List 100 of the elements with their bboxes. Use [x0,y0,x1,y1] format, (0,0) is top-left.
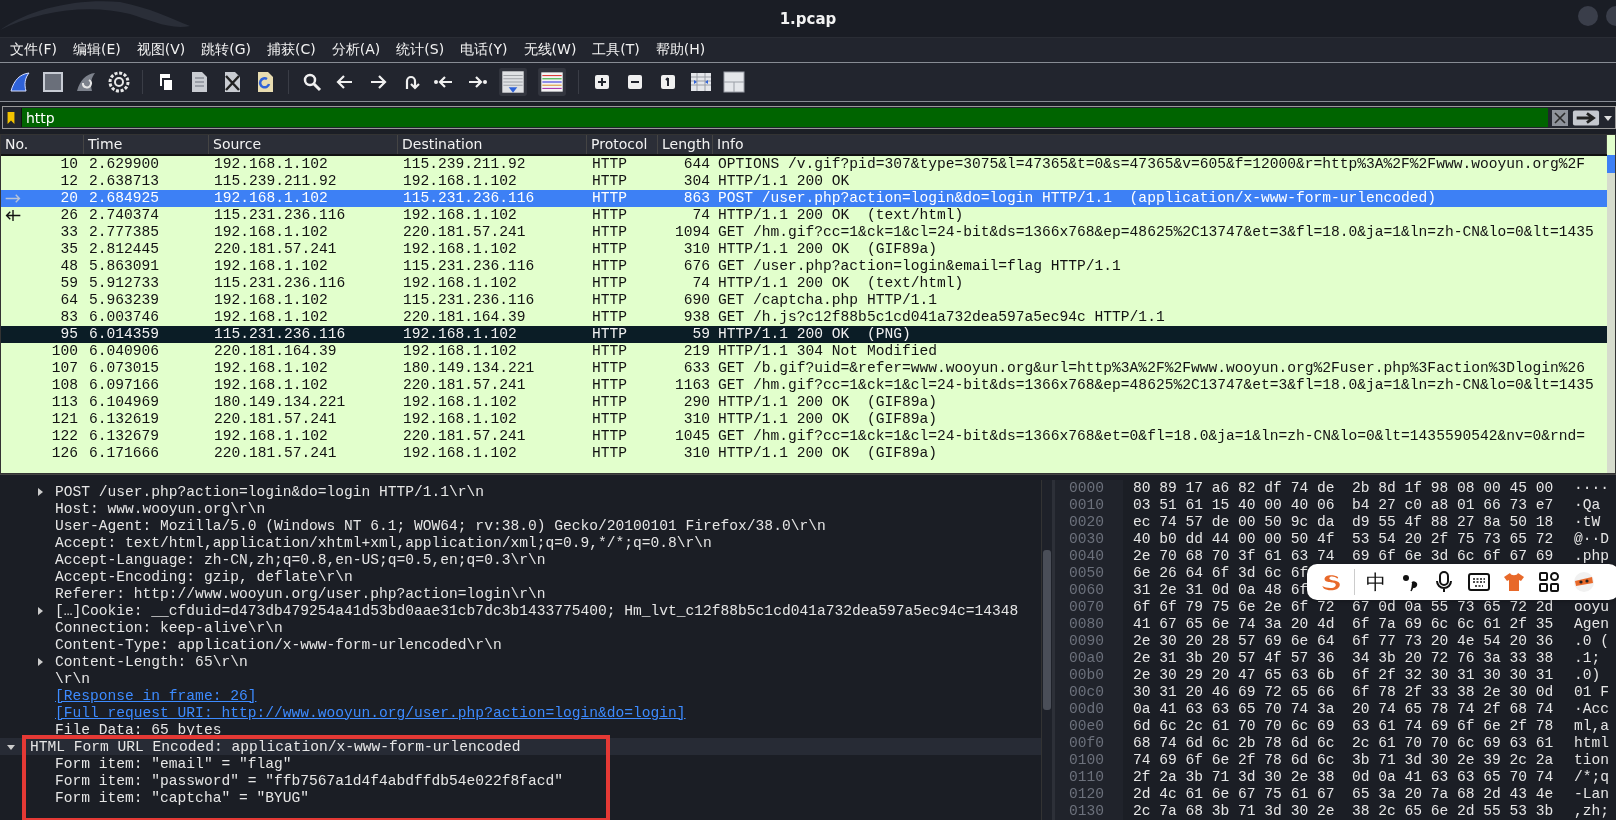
input-mode-toggle[interactable]: 中 [1366,568,1386,596]
column-header[interactable]: Info [713,135,1607,154]
mascot-icon[interactable] [1572,570,1596,594]
table-cell-text: 115.231.236.116 [213,326,347,343]
byte-offset: 0020 [1055,514,1123,531]
ascii-text: ooyu [1574,599,1611,616]
table-cell-text: 192.168.1.102 [213,190,329,207]
packet-number: 26 [60,207,78,224]
table-cell-text: 192.168.1.102 [402,173,518,190]
packet-number: 12 [60,173,78,190]
table-cell-text: 115.231.236.116 [402,258,536,275]
grid-icon[interactable] [1537,570,1561,594]
detail-line: […]Cookie: __cfduid=d473db479254a41d53bd0aae31cb7dc3b1433775400; Hm_lvt_c12f88b5c1cd041a732dea597a5ec94c=14348 [55,602,1019,619]
column-header[interactable]: Length [658,135,713,154]
column-header[interactable]: Source [209,135,398,154]
column-header[interactable]: Destination [398,135,587,154]
ascii-text: /*;q [1574,769,1611,786]
table-cell-text: HTTP [591,156,629,173]
menu-item[interactable]: 无线(W) [517,41,583,59]
table-cell-text: 2.812445 [88,241,161,258]
filter-field[interactable]: http [21,108,1548,127]
shark-fin-icon[interactable] [8,70,32,94]
column-header[interactable]: No. [1,135,84,154]
table-cell-text: 192.168.1.102 [402,207,518,224]
table-cell-text: HTTP/1.1 200 OK (GIF89a) [717,394,938,411]
table-cell-text: 115.239.211.92 [213,173,338,190]
table-cell-text: HTTP [591,411,629,428]
table-cell-text: GET /b.gif?uid=&refer=www.wooyun.org&url=http%3A%2F%2Fwww.wooyun.org%2Fuser.php%3Faction%3Dlogin%26 [717,360,1586,377]
byte-offset: 0010 [1055,497,1123,514]
table-cell-text: HTTP [591,241,629,258]
table-cell-text: 310 [682,411,711,428]
settings-icon[interactable] [107,70,131,94]
restart-icon[interactable] [74,70,98,94]
table-cell-text: HTTP [591,207,629,224]
scrollbar[interactable] [1041,480,1052,820]
menu-item[interactable]: 统计(S) [390,41,451,59]
packet-number: 20 [60,190,78,207]
expander-icon[interactable] [35,486,45,497]
table-cell-text: 220.181.57.241 [213,241,338,258]
link[interactable]: [Full request URI: http://www.wooyun.org/user.php?action=login&do=login] [55,704,686,721]
hex-bytes: 74 69 6f 6e 2f 78 6d 6c 3b 71 3d 30 2e 39 2c 2a [1132,752,1554,769]
ascii-text: ·Qa [1574,497,1602,514]
menu-item[interactable]: 捕获(C) [261,41,322,59]
table-cell-text: 192.168.1.102 [213,309,329,326]
table-cell-text: 220.181.57.241 [402,428,527,445]
pane-layout-icon[interactable] [722,70,746,94]
packet-number: 122 [51,428,78,445]
detail-line: Form item: "email" = "flag" [55,755,292,772]
column-header[interactable]: Time [84,135,209,154]
menu-item[interactable]: 工具(T) [586,41,646,59]
table-cell-text: HTTP [591,309,629,326]
table-cell-text: 192.168.1.102 [402,343,518,360]
byte-offset: 00b0 [1055,667,1123,684]
clear-icon[interactable] [1551,108,1569,127]
packet-row[interactable]: 95 6.014359 115.231.236.116 192.168.1.102 HTTP 59 HTTP/1.1 200 OK (PNG) [1,326,1607,343]
keyboard-icon[interactable] [1467,570,1491,594]
menu-item[interactable]: 跳转(G) [195,41,258,59]
column-header[interactable]: Protocol [587,135,658,154]
table-cell-text: 6.097166 [88,377,161,394]
ascii-text: 01 F [1574,684,1611,701]
table-cell-text: 6.132619 [88,411,161,428]
hex-bytes: 2d 4c 61 6e 67 75 61 67 65 3a 20 7a 68 2d 43 4e [1132,786,1554,803]
resize-columns-icon[interactable] [689,70,713,94]
auto-scroll-icon[interactable] [498,67,528,97]
detail-line: Accept-Encoding: gzip, deflate\r\n [55,568,353,585]
menu-item[interactable]: 文件(F) [4,41,63,59]
hex-bytes: 31 2e 31 0d 0a 48 6f [1132,582,1309,599]
byte-offset: 0110 [1055,769,1123,786]
byte-offset: 0000 [1055,480,1123,497]
table-cell-text: 192.168.1.102 [402,394,518,411]
shirt-icon[interactable] [1502,570,1526,594]
link[interactable]: [Response in frame: 26] [55,687,257,704]
hex-bytes: 03 51 61 15 40 00 40 06 b4 27 c0 a8 01 66 73 e7 [1132,497,1554,514]
hex-bytes: 40 b0 dd 44 00 00 50 4f 53 54 20 2f 75 73 65 72 [1132,531,1554,548]
hex-bytes: 6e 26 64 6f 3d 6c 6f [1132,565,1309,582]
ascii-text: Agen [1574,616,1611,633]
table-cell-text: HTTP [591,292,629,309]
expander-icon[interactable] [35,605,45,616]
packet-row[interactable]: 20 2.684925 192.168.1.102 115.231.236.116 HTTP 863 POST /user.php?action=login&do=login HTTP/1.1 (application/x-www-form-urlencoded) [1,190,1607,207]
byte-offset: 0060 [1055,582,1123,599]
ascii-text: ml,a [1574,718,1611,735]
table-cell-text: 74 [691,275,711,292]
table-cell-text: HTTP [591,275,629,292]
table-cell-text: 220.181.57.241 [402,377,527,394]
detail-line: Host: www.wooyun.org\r\n [55,500,266,517]
table-cell-text: 676 [682,258,711,275]
menu-item[interactable]: 视图(V) [130,41,192,59]
stop-icon[interactable] [41,70,65,94]
table-cell-text: 304 [682,173,711,190]
menu-item[interactable]: 编辑(E) [67,41,127,59]
table-cell-text: GET /captcha.php HTTP/1.1 [717,292,938,309]
menu-item[interactable]: 分析(A) [325,41,387,59]
detail-line: Content-Type: application/x-www-form-urlencoded\r\n [55,636,502,653]
menu-item[interactable]: 帮助(H) [649,41,712,59]
table-cell-text: 644 [682,156,711,173]
scrollbar[interactable] [1607,155,1615,473]
menu-item[interactable]: 电话(Y) [454,41,514,59]
table-cell-text: 5.863091 [88,258,161,275]
expander-icon[interactable] [35,656,45,667]
colored-lines-icon[interactable] [537,67,567,97]
